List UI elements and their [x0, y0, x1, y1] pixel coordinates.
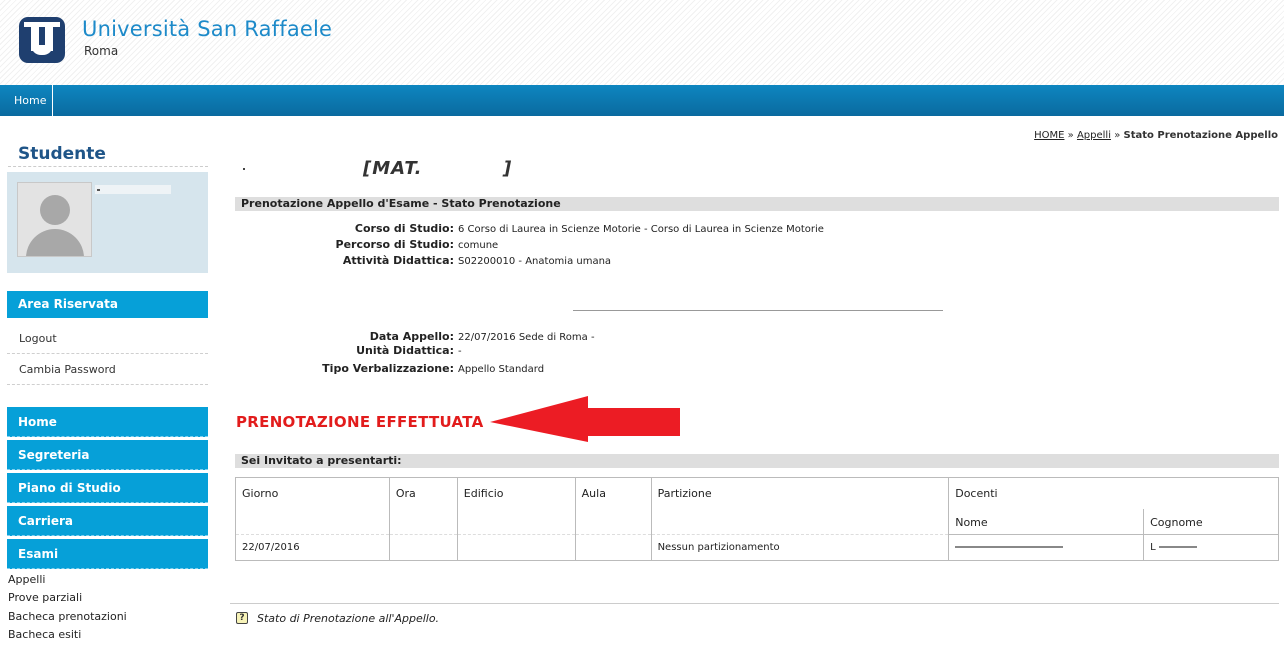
breadcrumb-separator: » — [1067, 130, 1074, 141]
breadcrumb-separator: » — [1114, 130, 1121, 141]
cell-giorno: 22/07/2016 — [235, 534, 390, 561]
info-value: - — [458, 346, 462, 357]
avatar-placeholder-icon — [17, 182, 92, 257]
submenu-bacheca-esiti[interactable]: Bacheca esiti — [8, 628, 81, 641]
student-name-redacted — [95, 185, 171, 194]
university-logo-icon[interactable] — [19, 17, 65, 63]
divider — [573, 310, 943, 311]
info-value: comune — [458, 240, 499, 251]
logout-link[interactable]: Logout — [19, 332, 57, 345]
matricola-label: [MAT. — [363, 158, 423, 179]
page-header: Università San Raffaele Roma — [0, 0, 1284, 85]
info-key: Unità Didattica: — [356, 344, 454, 357]
cambia-password-link[interactable]: Cambia Password — [19, 363, 116, 376]
submenu-appelli[interactable]: Appelli — [8, 573, 45, 586]
menu-item-piano-di-studio[interactable]: Piano di Studio — [7, 473, 208, 503]
menu-item-carriera[interactable]: Carriera — [7, 506, 208, 536]
info-attivita-didattica: Attività Didattica: S02200010 - Anatomia… — [275, 254, 1275, 268]
section-header-prenotazione: Prenotazione Appello d'Esame - Stato Pre… — [235, 197, 1279, 211]
divider — [7, 384, 208, 385]
help-icon[interactable]: ? — [236, 612, 248, 624]
info-key: Tipo Verbalizzazione: — [322, 362, 454, 375]
sidebar-title: Studente — [18, 144, 106, 164]
university-name[interactable]: Università San Raffaele — [82, 17, 332, 41]
cell-partizione: Nessun partizionamento — [650, 534, 950, 561]
breadcrumb-appelli[interactable]: Appelli — [1077, 130, 1111, 141]
section-header-invito: Sei Invitato a presentarti: — [235, 454, 1279, 468]
divider — [230, 603, 1279, 604]
exam-info: Data Appello: 22/07/2016 Sede di Roma - … — [275, 330, 1275, 380]
exam-schedule-table: Giorno Ora Edificio Aula Partizione Doce… — [235, 477, 1279, 561]
info-corso-di-studio: Corso di Studio: 6 Corso di Laurea in Sc… — [275, 222, 1275, 236]
divider — [7, 353, 208, 354]
cognome-initial: L — [1150, 542, 1156, 553]
profile-box — [7, 172, 208, 273]
university-city: Roma — [84, 44, 119, 58]
booking-status: PRENOTAZIONE EFFETTUATA — [236, 413, 484, 431]
breadcrumb-current: Stato Prenotazione Appello — [1123, 130, 1279, 141]
column-header-aula: Aula — [574, 477, 652, 535]
info-data-appello: Data Appello: 22/07/2016 Sede di Roma - — [275, 330, 1275, 344]
column-header-cognome: Cognome — [1143, 508, 1279, 535]
column-header-partizione: Partizione — [650, 477, 950, 535]
info-value: 6 Corso di Laurea in Scienze Motorie - C… — [458, 224, 824, 235]
red-arrow-icon — [490, 396, 680, 442]
matricola-close: ] — [503, 158, 513, 179]
info-key: Attività Didattica: — [342, 254, 454, 267]
area-riservata-header: Area Riservata — [7, 291, 208, 318]
column-header-ora: Ora — [388, 477, 458, 535]
divider — [8, 166, 208, 167]
info-key: Corso di Studio: — [354, 222, 454, 235]
breadcrumb-home[interactable]: HOME — [1034, 130, 1064, 141]
column-header-nome: Nome — [948, 508, 1145, 535]
table-header-row: Giorno Ora Edificio Aula Partizione Doce… — [235, 477, 1279, 535]
cell-edificio — [456, 534, 576, 561]
info-unita-didattica: Unità Didattica: - — [275, 344, 1275, 358]
info-value: 22/07/2016 Sede di Roma - — [458, 332, 595, 343]
footer-help-text: Stato di Prenotazione all'Appello. — [257, 612, 440, 625]
table-row: 22/07/2016 Nessun partizionamento L — [235, 534, 1279, 561]
cell-nome-redacted — [948, 534, 1145, 561]
menu-item-segreteria[interactable]: Segreteria — [7, 440, 208, 470]
submenu-prove-parziali[interactable]: Prove parziali — [8, 591, 82, 604]
info-percorso-di-studio: Percorso di Studio: comune — [275, 238, 1275, 252]
cell-aula — [574, 534, 652, 561]
info-key: Data Appello: — [369, 330, 454, 343]
course-info: Corso di Studio: 6 Corso di Laurea in Sc… — [275, 222, 1275, 272]
column-header-giorno: Giorno — [235, 477, 390, 535]
top-navbar: Home — [0, 85, 1284, 116]
submenu-bacheca-prenotazioni[interactable]: Bacheca prenotazioni — [8, 610, 127, 623]
cell-cognome-redacted: L — [1143, 534, 1279, 561]
redacted-mark — [243, 168, 245, 170]
column-header-edificio: Edificio — [456, 477, 576, 535]
breadcrumb: HOME » Appelli » Stato Prenotazione Appe… — [1034, 130, 1278, 141]
info-value: S02200010 - Anatomia umana — [458, 256, 612, 267]
menu-item-home[interactable]: Home — [7, 407, 208, 437]
info-tipo-verbalizzazione: Tipo Verbalizzazione: Appello Standard — [275, 362, 1275, 376]
nav-home-link[interactable]: Home — [8, 85, 54, 116]
info-value: Appello Standard — [458, 364, 545, 375]
cell-ora — [388, 534, 458, 561]
info-key: Percorso di Studio: — [335, 238, 454, 251]
column-header-docenti: Docenti — [948, 477, 1279, 509]
menu-item-esami[interactable]: Esami — [7, 539, 208, 569]
